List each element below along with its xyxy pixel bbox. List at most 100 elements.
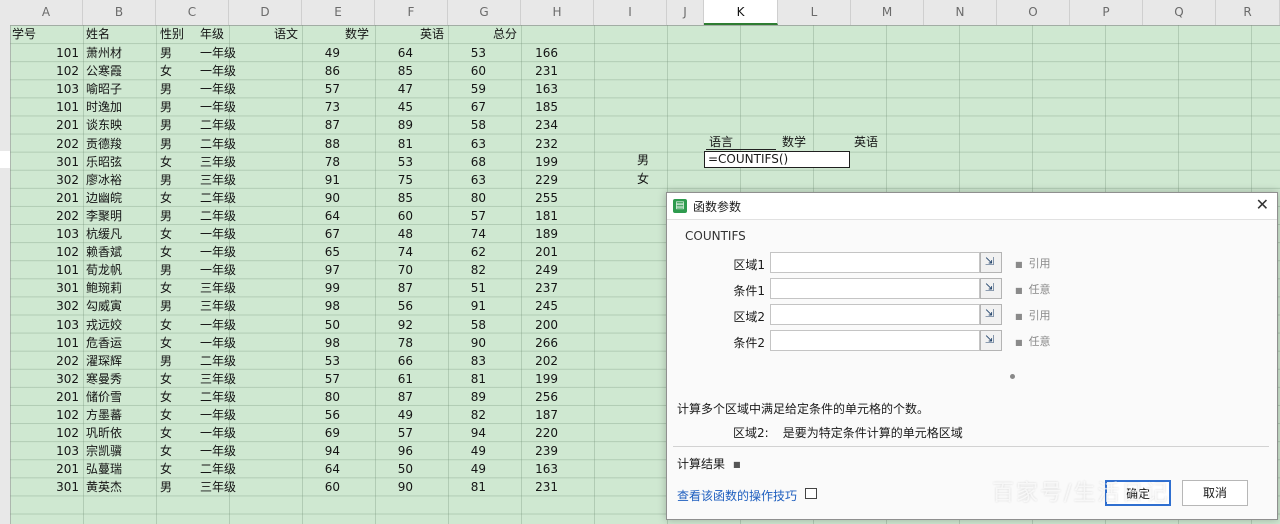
total-score-cell[interactable]: 231: [518, 62, 558, 80]
header-student-id[interactable]: 学号: [12, 25, 36, 43]
gender-cell[interactable]: 女: [160, 279, 172, 297]
column-header-a[interactable]: A: [10, 0, 83, 25]
total-score-cell[interactable]: 166: [518, 44, 558, 62]
total-score-cell[interactable]: 185: [518, 98, 558, 116]
grade-cell[interactable]: 二年级: [200, 207, 236, 225]
grade-cell[interactable]: 三年级: [200, 478, 236, 496]
math-score-cell[interactable]: 57: [373, 424, 413, 442]
english-score-cell[interactable]: 57: [446, 207, 486, 225]
column-header-e[interactable]: E: [302, 0, 375, 25]
gender-cell[interactable]: 男: [160, 352, 172, 370]
english-score-cell[interactable]: 89: [446, 388, 486, 406]
total-score-cell[interactable]: 245: [518, 297, 558, 315]
header-english[interactable]: 英语: [420, 25, 444, 43]
header-total[interactable]: 总分: [493, 25, 517, 43]
chinese-score-cell[interactable]: 97: [300, 261, 340, 279]
chinese-score-cell[interactable]: 87: [300, 116, 340, 134]
student-id-cell[interactable]: 301: [39, 153, 79, 171]
math-score-cell[interactable]: 48: [373, 225, 413, 243]
english-score-cell[interactable]: 68: [446, 153, 486, 171]
english-score-cell[interactable]: 53: [446, 44, 486, 62]
grade-cell[interactable]: 二年级: [200, 116, 236, 134]
student-name-cell[interactable]: 宗凯骥: [86, 442, 122, 460]
english-score-cell[interactable]: 63: [446, 135, 486, 153]
student-name-cell[interactable]: 危香运: [86, 334, 122, 352]
total-score-cell[interactable]: 237: [518, 279, 558, 297]
gender-cell[interactable]: 女: [160, 316, 172, 334]
english-score-cell[interactable]: 83: [446, 352, 486, 370]
gender-cell[interactable]: 女: [160, 334, 172, 352]
summary-header-english[interactable]: 英语: [854, 133, 878, 151]
grade-cell[interactable]: 三年级: [200, 279, 236, 297]
student-name-cell[interactable]: 黄英杰: [86, 478, 122, 496]
math-score-cell[interactable]: 81: [373, 135, 413, 153]
gender-cell[interactable]: 女: [160, 406, 172, 424]
param-input-range2[interactable]: [770, 304, 980, 325]
grade-cell[interactable]: 一年级: [200, 243, 236, 261]
gender-cell[interactable]: 男: [160, 478, 172, 496]
chinese-score-cell[interactable]: 50: [300, 316, 340, 334]
student-name-cell[interactable]: 勾威寅: [86, 297, 122, 315]
chinese-score-cell[interactable]: 73: [300, 98, 340, 116]
student-name-cell[interactable]: 边幽皖: [86, 189, 122, 207]
grade-cell[interactable]: 二年级: [200, 388, 236, 406]
chinese-score-cell[interactable]: 86: [300, 62, 340, 80]
grade-cell[interactable]: 三年级: [200, 171, 236, 189]
student-id-cell[interactable]: 102: [39, 424, 79, 442]
gender-cell[interactable]: 女: [160, 370, 172, 388]
close-icon[interactable]: ✕: [1256, 195, 1269, 214]
function-tips-link[interactable]: 查看该函数的操作技巧: [677, 487, 797, 504]
student-name-cell[interactable]: 萧州材: [86, 44, 122, 62]
student-name-cell[interactable]: 时逸加: [86, 98, 122, 116]
active-formula-cell[interactable]: =COUNTIFS(): [704, 151, 850, 168]
grade-cell[interactable]: 一年级: [200, 316, 236, 334]
english-score-cell[interactable]: 67: [446, 98, 486, 116]
grade-cell[interactable]: 二年级: [200, 189, 236, 207]
chinese-score-cell[interactable]: 57: [300, 80, 340, 98]
chinese-score-cell[interactable]: 91: [300, 171, 340, 189]
student-name-cell[interactable]: 弘蔓瑞: [86, 460, 122, 478]
math-score-cell[interactable]: 66: [373, 352, 413, 370]
total-score-cell[interactable]: 266: [518, 334, 558, 352]
student-id-cell[interactable]: 103: [39, 80, 79, 98]
grade-cell[interactable]: 三年级: [200, 370, 236, 388]
student-id-cell[interactable]: 103: [39, 225, 79, 243]
column-header-l[interactable]: L: [778, 0, 851, 25]
math-score-cell[interactable]: 89: [373, 116, 413, 134]
range-select-icon[interactable]: ⇲: [980, 304, 1002, 325]
column-header-r[interactable]: R: [1216, 0, 1280, 25]
total-score-cell[interactable]: 163: [518, 460, 558, 478]
gender-cell[interactable]: 男: [160, 44, 172, 62]
gender-cell[interactable]: 女: [160, 153, 172, 171]
param-input-range1[interactable]: [770, 252, 980, 273]
english-score-cell[interactable]: 94: [446, 424, 486, 442]
gender-cell[interactable]: 男: [160, 98, 172, 116]
param-input-criteria2[interactable]: [770, 330, 980, 351]
gender-cell[interactable]: 男: [160, 261, 172, 279]
column-header-m[interactable]: M: [851, 0, 924, 25]
chinese-score-cell[interactable]: 78: [300, 153, 340, 171]
total-score-cell[interactable]: 181: [518, 207, 558, 225]
math-score-cell[interactable]: 60: [373, 207, 413, 225]
math-score-cell[interactable]: 75: [373, 171, 413, 189]
student-id-cell[interactable]: 201: [39, 189, 79, 207]
grade-cell[interactable]: 一年级: [200, 442, 236, 460]
grade-cell[interactable]: 三年级: [200, 297, 236, 315]
math-score-cell[interactable]: 85: [373, 62, 413, 80]
gender-cell[interactable]: 女: [160, 225, 172, 243]
grade-cell[interactable]: 一年级: [200, 225, 236, 243]
student-id-cell[interactable]: 201: [39, 460, 79, 478]
range-select-icon[interactable]: ⇲: [980, 278, 1002, 299]
student-id-cell[interactable]: 201: [39, 388, 79, 406]
column-header-o[interactable]: O: [997, 0, 1070, 25]
column-header-d[interactable]: D: [229, 0, 302, 25]
gender-cell[interactable]: 男: [160, 135, 172, 153]
student-id-cell[interactable]: 202: [39, 135, 79, 153]
student-name-cell[interactable]: 廖冰裕: [86, 171, 122, 189]
summary-row-female[interactable]: 女: [637, 170, 649, 188]
chinese-score-cell[interactable]: 49: [300, 44, 340, 62]
gender-cell[interactable]: 女: [160, 460, 172, 478]
range-select-icon[interactable]: ⇲: [980, 252, 1002, 273]
student-id-cell[interactable]: 302: [39, 370, 79, 388]
student-name-cell[interactable]: 鲍琬莉: [86, 279, 122, 297]
